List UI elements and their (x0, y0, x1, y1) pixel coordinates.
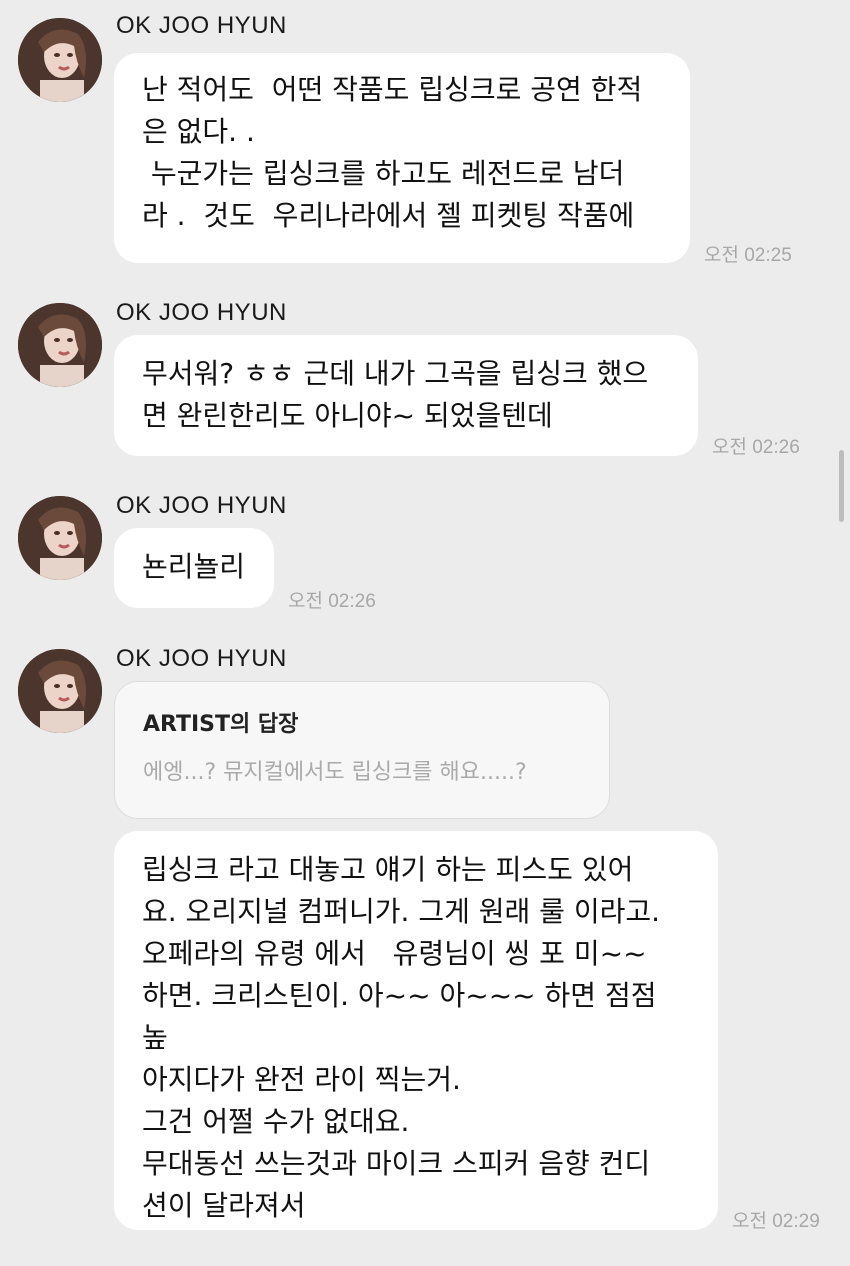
profile-avatar[interactable] (18, 18, 102, 102)
message-bubble[interactable]: 립싱크 라고 대놓고 얘기 하는 피스도 있어 요. 오리지널 컴퍼니가. 그게… (114, 831, 718, 1230)
sender-name: OK JOO HYUN (116, 12, 287, 39)
message-bubble[interactable]: 난 적어도 어떤 작품도 립싱크로 공연 한적 은 없다. . 누군가는 립싱크… (114, 53, 690, 263)
scrollbar[interactable] (839, 450, 844, 522)
avatar-photo-icon (18, 303, 102, 387)
reply-text: 에엥...? 뮤지컬에서도 립싱크를 해요.....? (143, 760, 527, 785)
profile-avatar[interactable] (18, 496, 102, 580)
avatar-photo-icon (18, 496, 102, 580)
message-time: 오전 02:26 (288, 591, 376, 612)
reply-title: ARTIST의 답장 (143, 712, 299, 737)
profile-avatar[interactable] (18, 649, 102, 733)
avatar-photo-icon (18, 649, 102, 733)
sender-name: OK JOO HYUN (116, 645, 287, 672)
message-time: 오전 02:26 (712, 437, 800, 458)
message-bubble[interactable]: 뇬리뇰리 (114, 528, 274, 608)
message-time: 오전 02:29 (732, 1211, 820, 1232)
sender-name: OK JOO HYUN (116, 492, 287, 519)
avatar-photo-icon (18, 18, 102, 102)
message-bubble[interactable]: 무서워? ㅎㅎ 근데 내가 그곡을 립싱크 했으 면 완린한리도 아니야~ 되었… (114, 335, 698, 456)
message-time: 오전 02:25 (704, 245, 792, 266)
profile-avatar[interactable] (18, 303, 102, 387)
sender-name: OK JOO HYUN (116, 299, 287, 326)
reply-preview-card[interactable]: ARTIST의 답장 에엥...? 뮤지컬에서도 립싱크를 해요.....? (114, 681, 610, 819)
chat-conversation[interactable]: OK JOO HYUN 난 적어도 어떤 작품도 립싱크로 공연 한적 은 없다… (0, 0, 850, 1266)
